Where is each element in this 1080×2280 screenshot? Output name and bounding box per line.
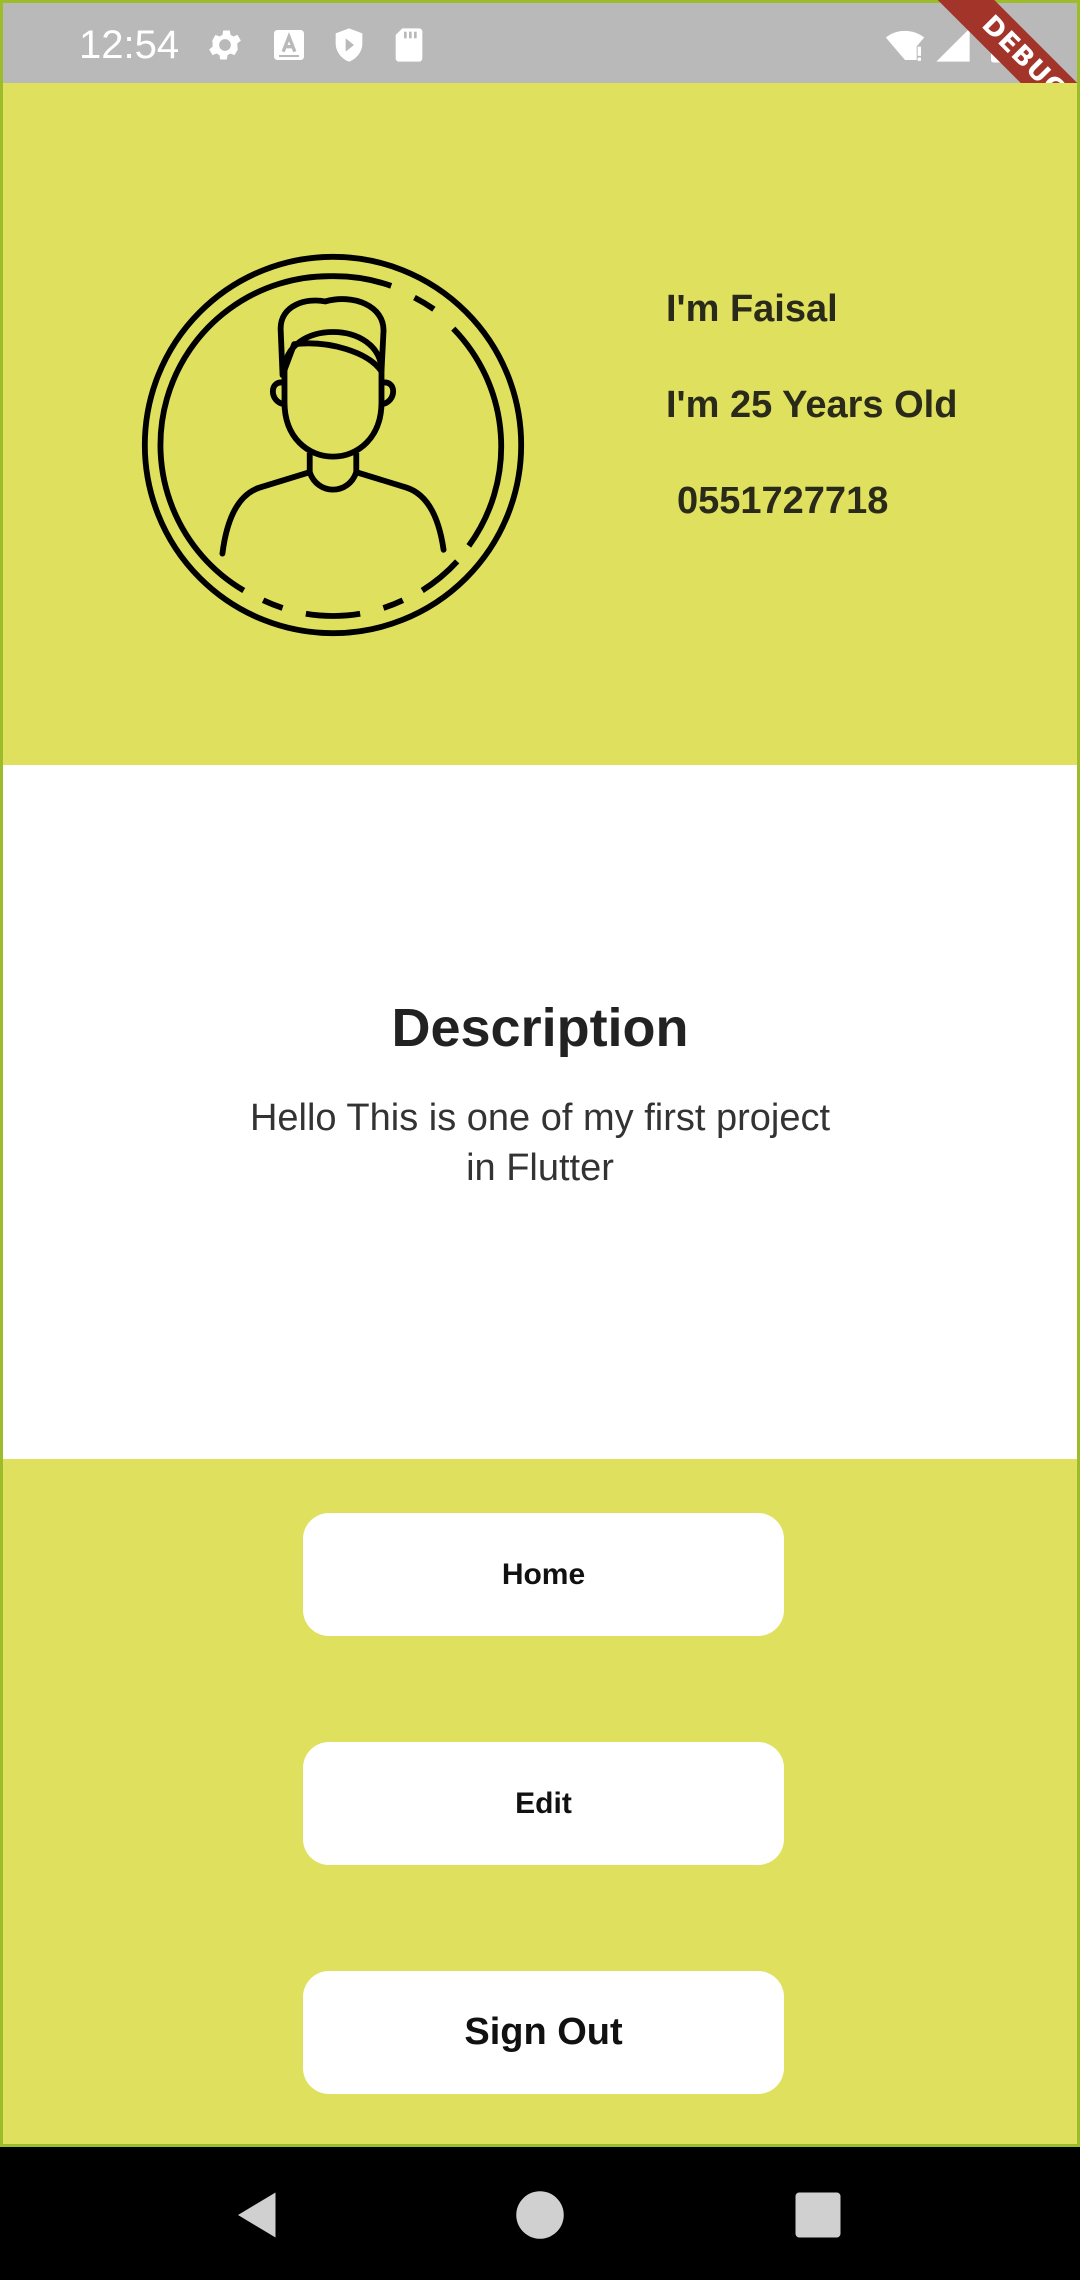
- description-title: Description: [391, 998, 689, 1058]
- description-body: Hello This is one of my first project in…: [249, 1097, 831, 1189]
- wifi-alert-icon: [885, 30, 925, 61]
- home-circle-icon[interactable]: [510, 2185, 570, 2245]
- cell-signal-icon: [936, 28, 970, 62]
- profile-name: I'm Faisal: [666, 288, 838, 330]
- status-time: 12:54: [79, 23, 180, 67]
- back-triangle-icon[interactable]: [228, 2185, 288, 2245]
- edit-button[interactable]: Edit: [303, 1742, 784, 1865]
- sd-card-icon: [395, 28, 423, 62]
- profile-phone: 0551727718: [677, 480, 889, 522]
- app-screen: 12:54 DEBUG I'm Faisal I'm 25 Years Old …: [0, 0, 1080, 2280]
- actions-section: Home Edit Sign Out: [0, 1459, 1080, 2147]
- battery-icon: [991, 27, 1011, 63]
- profile-header: I'm Faisal I'm 25 Years Old 0551727718: [0, 83, 1080, 765]
- status-bar: 12:54: [0, 0, 1080, 83]
- a-box-icon: [274, 30, 304, 60]
- system-nav-bar: [0, 2147, 1080, 2280]
- shield-play-icon: [335, 28, 363, 62]
- description-section: Description Hello This is one of my firs…: [0, 765, 1080, 1459]
- profile-age: I'm 25 Years Old: [666, 384, 958, 426]
- recents-square-icon[interactable]: [788, 2185, 848, 2245]
- sign-out-button[interactable]: Sign Out: [303, 1971, 784, 2094]
- home-button[interactable]: Home: [303, 1513, 784, 1636]
- person-avatar-icon: [141, 253, 525, 637]
- gear-icon: [209, 30, 241, 60]
